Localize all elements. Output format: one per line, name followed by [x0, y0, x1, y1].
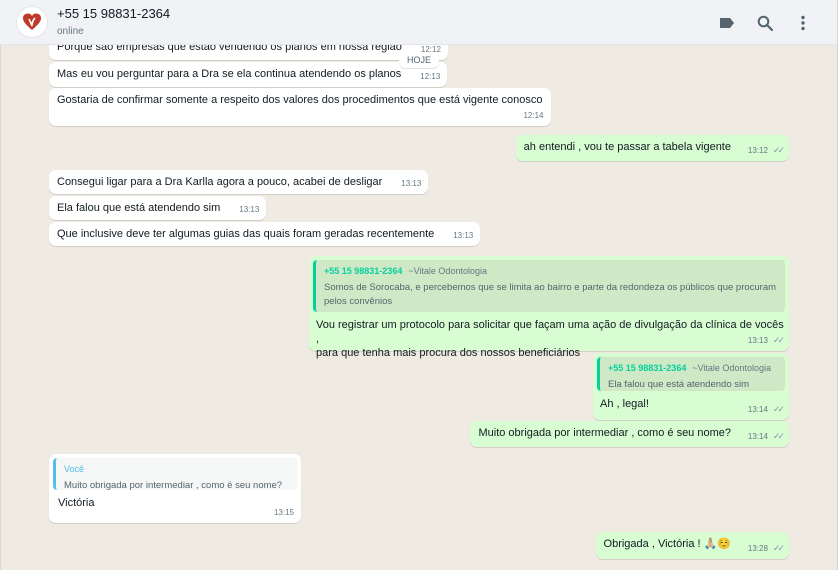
quoted-message[interactable]: +55 15 98831-2364 ~Vitale Odontologia Som… [313, 260, 785, 312]
message-outgoing-reply[interactable]: +55 15 98831-2364 ~Vitale Odontologia Som… [309, 256, 789, 359]
delivered-ticks-icon: ✓✓ [772, 431, 785, 441]
contact-avatar[interactable] [16, 6, 48, 38]
quoted-message[interactable]: +55 15 98831-2364 ~Vitale Odontologia Ela… [597, 357, 785, 391]
delivered-ticks-icon: ✓✓ [772, 335, 785, 345]
message-incoming[interactable]: Porque são empresas que estão vendendo o… [49, 45, 448, 60]
quoted-alias: ~Vitale Odontologia [408, 266, 487, 276]
message-text: Que inclusive deve ter algumas guias das… [57, 228, 435, 240]
message-time: 13:13 [401, 179, 422, 188]
quoted-author: Você [64, 464, 85, 474]
message-text: Ela falou que está atendendo sim [57, 202, 221, 214]
delivered-ticks-icon: ✓✓ [772, 543, 785, 553]
message-text: Gostaria de confirmar somente a respeito… [57, 94, 543, 106]
message-incoming[interactable]: Gostaria de confirmar somente a respeito… [49, 88, 551, 126]
message-time: 13:15 [273, 508, 294, 517]
delivered-ticks-icon: ✓✓ [772, 404, 785, 414]
message-outgoing-reply[interactable]: +55 15 98831-2364 ~Vitale Odontologia Ela… [593, 353, 789, 420]
quoted-author: +55 15 98831-2364 [324, 266, 403, 276]
menu-button[interactable] [784, 12, 822, 34]
message-incoming[interactable]: Mas eu vou perguntar para a Dra se ela c… [49, 62, 448, 87]
message-time: 13:28 [747, 544, 768, 553]
contact-name[interactable]: +55 15 98831-2364 [57, 6, 170, 22]
message-time: 13:13 [747, 336, 768, 345]
message-text: Porque são empresas que estão vendendo o… [57, 45, 402, 53]
quoted-text: Ela falou que está atendendo sim [608, 379, 750, 390]
message-time: 13:12 [747, 146, 768, 155]
message-time: 13:13 [239, 205, 260, 214]
contact-status: online [57, 25, 84, 37]
message-text: Consegui ligar para a Dra Karlla agora a… [57, 176, 383, 188]
chat-header[interactable]: +55 15 98831-2364 online [0, 0, 838, 45]
message-text: Mas eu vou perguntar para a Dra se ela c… [57, 68, 402, 80]
message-incoming[interactable]: Ela falou que está atendendo sim 13:13 [49, 196, 267, 220]
quoted-author: +55 15 98831-2364 [608, 363, 687, 373]
message-outgoing[interactable]: Muito obrigada por intermediar , como é … [470, 421, 789, 447]
label-icon [720, 18, 734, 28]
message-time: 12:13 [420, 72, 441, 81]
quoted-message[interactable]: Você Muito obrigada por intermediar , co… [53, 458, 297, 491]
delivered-ticks-icon: ✓✓ [772, 145, 785, 155]
conversation-panel[interactable]: Porque são empresas que estão vendendo o… [1, 45, 837, 570]
message-outgoing[interactable]: Obrigada , Victória ! 🙏🏼☺️ 13:28 ✓✓ [595, 532, 789, 559]
search-icon [757, 15, 773, 31]
date-divider: HOJE [399, 52, 440, 68]
message-incoming[interactable]: Que inclusive deve ter algumas guias das… [49, 222, 481, 246]
label-button[interactable] [708, 12, 746, 34]
message-time: 13:14 [747, 432, 768, 441]
message-incoming[interactable]: Consegui ligar para a Dra Karlla agora a… [49, 170, 429, 194]
message-text: ah entendi , vou te passar a tabela vige… [523, 141, 731, 153]
message-text: Victória [58, 497, 95, 509]
message-outgoing[interactable]: ah entendi , vou te passar a tabela vige… [515, 135, 789, 161]
message-text: Obrigada , Victória ! 🙏🏼☺️ [603, 538, 731, 550]
message-incoming-reply[interactable]: Você Muito obrigada por intermediar , co… [49, 454, 301, 523]
message-text-line: Vou registrar um protocolo para solicita… [316, 319, 784, 345]
quoted-alias: ~Vitale Odontologia [692, 363, 771, 373]
quoted-text: Muito obrigada por intermediar , como é … [64, 480, 283, 491]
menu-icon [801, 15, 805, 31]
message-time: 13:13 [453, 231, 474, 240]
quoted-text: Somos de Sorocaba, e percebemos que se l… [324, 282, 777, 307]
heart-logo-icon [23, 13, 41, 30]
message-text: Muito obrigada por intermediar , como é … [478, 427, 731, 439]
search-button[interactable] [746, 12, 784, 34]
message-time: 13:14 [747, 405, 768, 414]
message-time: 12:14 [523, 111, 544, 120]
